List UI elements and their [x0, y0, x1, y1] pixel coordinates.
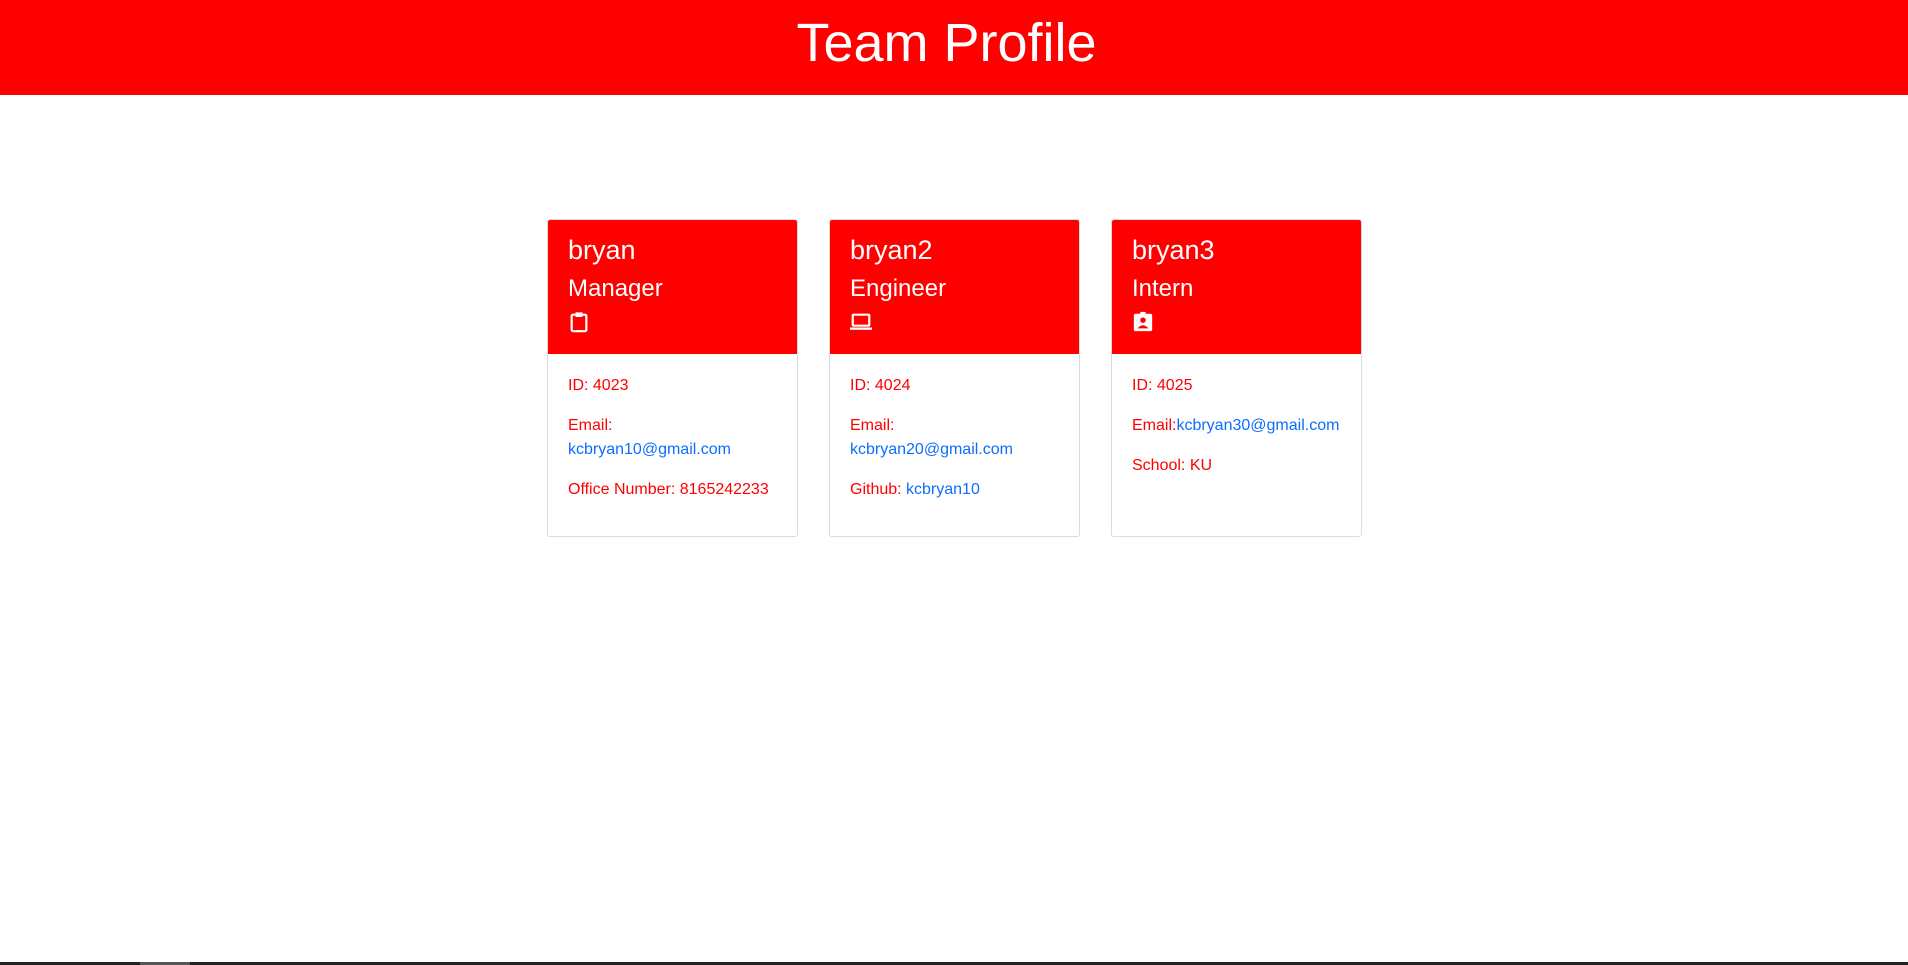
employee-name: bryan [568, 235, 636, 265]
email-label: Email: [568, 417, 613, 434]
card-header: bryan Manager [548, 220, 797, 354]
page-title: Team Profile [796, 13, 1097, 73]
laptop-icon [850, 313, 872, 330]
page-header: Team Profile [0, 0, 1908, 95]
employee-id: ID: 4023 [568, 377, 629, 394]
employee-card-engineer: bryan2 Engineer ID: 4024 Email: kcbryan2… [829, 219, 1080, 537]
employee-role: Intern [1132, 275, 1194, 302]
employee-name: bryan2 [850, 235, 933, 265]
employee-name: bryan3 [1132, 235, 1215, 265]
employee-card-intern: bryan3 Intern ID: 4025 Email:kcbryan30@g… [1111, 219, 1362, 537]
employee-id: ID: 4025 [1132, 377, 1193, 394]
employee-role: Manager [568, 275, 663, 302]
employee-card-manager: bryan Manager ID: 4023 Email: kcbryan10@… [547, 219, 798, 537]
github-link[interactable]: kcbryan10 [906, 481, 980, 498]
email-row: Email:kcbryan30@gmail.com [1132, 414, 1339, 438]
badge-icon [1133, 311, 1153, 332]
office-number: Office Number: 8165242233 [568, 481, 769, 498]
card-header: bryan2 Engineer [830, 220, 1079, 354]
school: School: KU [1132, 457, 1213, 474]
email-link[interactable]: kcbryan20@gmail.com [850, 438, 1013, 462]
email-link[interactable]: kcbryan30@gmail.com [1176, 417, 1339, 434]
email-label: Email: [850, 417, 895, 434]
card-header: bryan3 Intern [1112, 220, 1361, 354]
clipboard-icon [570, 312, 588, 333]
page: Team Profile bryan Manager ID: 4023 Emai… [0, 0, 1908, 965]
employee-role: Engineer [850, 275, 947, 302]
github-row: Github: kcbryan10 [850, 478, 980, 502]
email-label: Email: [1132, 417, 1177, 434]
github-label: Github: [850, 481, 907, 498]
employee-id: ID: 4024 [850, 377, 911, 394]
email-link[interactable]: kcbryan10@gmail.com [568, 438, 731, 462]
